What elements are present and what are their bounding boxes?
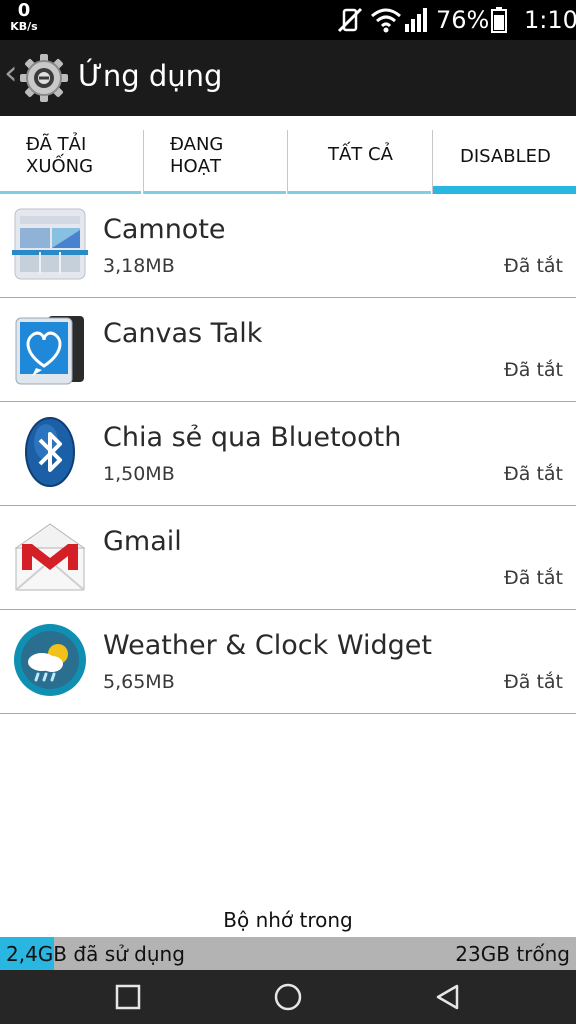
app-name: Camnote (103, 214, 226, 245)
tab-label-line1: ĐANG (170, 134, 224, 155)
tab-label-line2: XUỐNG (26, 156, 94, 177)
weather-icon (12, 622, 88, 698)
vibrate-off-icon (336, 6, 364, 38)
storage-used-label: 2,4GB đã sử dụng (6, 942, 185, 966)
tab-all[interactable]: TẤT CẢ (288, 116, 432, 194)
bluetooth-icon (12, 414, 88, 490)
list-item-weather[interactable]: Weather & Clock Widget 5,65MB Đã tắt (0, 610, 576, 714)
app-status: Đã tắt (504, 567, 563, 589)
storage-free-label: 23GB trống (455, 942, 570, 966)
gmail-icon (12, 518, 88, 594)
app-size: 3,18MB (103, 255, 175, 277)
tab-running[interactable]: ĐANG HOẠT (144, 116, 287, 194)
app-list: Camnote 3,18MB Đã tắt Canvas Talk Đã tắt (0, 194, 576, 714)
navigation-bar (0, 970, 576, 1024)
app-size: 5,65MB (103, 671, 175, 693)
storage-usage-bar: 2,4GB đã sử dụng 23GB trống (0, 937, 576, 970)
app-size: 1,50MB (103, 463, 175, 485)
tab-label-line2: HOẠT (170, 156, 222, 177)
camnote-icon (12, 206, 88, 282)
app-status: Đã tắt (504, 255, 563, 277)
list-item-camnote[interactable]: Camnote 3,18MB Đã tắt (0, 194, 576, 298)
battery-icon (490, 6, 508, 38)
app-name: Gmail (103, 526, 182, 557)
tab-label: TẤT CẢ (328, 144, 393, 165)
page-title: Ứng dụng (78, 59, 223, 93)
recent-apps-icon[interactable] (112, 981, 144, 1013)
tab-disabled[interactable]: DISABLED (433, 116, 576, 194)
app-name: Weather & Clock Widget (103, 630, 432, 661)
tab-label-line1: ĐÃ TẢI (26, 134, 87, 155)
clock: 1:10 (524, 6, 576, 34)
list-item-gmail[interactable]: Gmail Đã tắt (0, 506, 576, 610)
tab-downloaded[interactable]: ĐÃ TẢI XUỐNG (0, 116, 143, 194)
app-name: Chia sẻ qua Bluetooth (103, 422, 402, 453)
signal-icon (404, 6, 430, 38)
storage-title: Bộ nhớ trong (223, 908, 353, 932)
canvas-talk-icon (12, 310, 88, 386)
tab-label: ĐÃ TẢI XUỐNG (26, 134, 93, 178)
wifi-icon (370, 6, 402, 38)
action-bar: ‹ Ứng dụng (0, 40, 576, 116)
back-icon[interactable] (432, 981, 464, 1013)
network-speed-unit: KB/s (10, 20, 38, 33)
battery-percent: 76% (436, 6, 490, 34)
home-icon[interactable] (272, 981, 304, 1013)
tab-label: ĐANG HOẠT (170, 134, 223, 178)
status-bar: 0 KB/s 76% 1:10 (0, 0, 576, 40)
app-status: Đã tắt (504, 359, 563, 381)
app-name: Canvas Talk (103, 318, 263, 349)
app-status: Đã tắt (504, 671, 563, 693)
settings-gear-icon[interactable] (18, 52, 70, 108)
tab-underline-active (433, 186, 576, 194)
tab-label: DISABLED (460, 146, 551, 167)
back-chevron-icon[interactable]: ‹ (4, 56, 18, 90)
app-status: Đã tắt (504, 463, 563, 485)
list-item-canvas-talk[interactable]: Canvas Talk Đã tắt (0, 298, 576, 402)
network-speed: 0 KB/s (4, 0, 44, 33)
network-speed-value: 0 (17, 0, 31, 21)
list-item-bluetooth[interactable]: Chia sẻ qua Bluetooth 1,50MB Đã tắt (0, 402, 576, 506)
tab-bar: ĐÃ TẢI XUỐNG ĐANG HOẠT TẤT CẢ DISABLED (0, 116, 576, 194)
